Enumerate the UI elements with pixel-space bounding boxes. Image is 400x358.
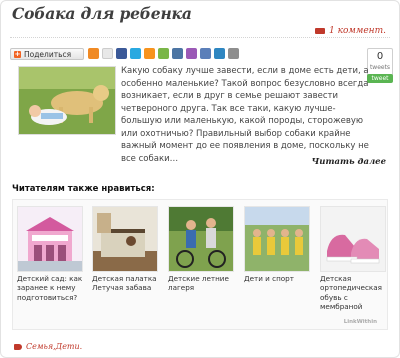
- related-thumb[interactable]: [92, 206, 158, 272]
- related-thumb[interactable]: [168, 206, 234, 272]
- bookmark-icon[interactable]: [102, 48, 113, 59]
- related-thumb[interactable]: [17, 206, 83, 272]
- share-label: Поделиться: [24, 49, 72, 59]
- tweet-count: 0: [376, 51, 384, 62]
- google-icon[interactable]: [214, 48, 225, 59]
- more-icon[interactable]: [228, 48, 239, 59]
- tweet-counter: 0 tweets: [367, 48, 393, 77]
- related-item[interactable]: Детская палатка Летучая забава: [88, 200, 161, 328]
- related-caption[interactable]: Дети и спорт: [244, 274, 310, 283]
- related-caption[interactable]: Детская палатка Летучая забава: [92, 274, 158, 293]
- tweets-label: tweets: [369, 64, 391, 71]
- related-item[interactable]: Детский сад: как заранее к нему подготов…: [13, 200, 86, 328]
- rss-icon[interactable]: [88, 48, 99, 59]
- people-icon[interactable]: [158, 48, 169, 59]
- odnoklassniki-icon[interactable]: [144, 48, 155, 59]
- related-caption[interactable]: Детский сад: как заранее к нему подготов…: [17, 274, 83, 302]
- read-more-link[interactable]: Читать далее: [312, 157, 386, 167]
- post-title[interactable]: Собака для ребенка: [12, 4, 192, 23]
- related-thumb[interactable]: [320, 206, 386, 272]
- twitter-icon[interactable]: [130, 48, 141, 59]
- facebook-icon[interactable]: [116, 48, 127, 59]
- related-item[interactable]: Детская ортопедическая обувь с мембраной: [316, 200, 389, 328]
- related-posts: Детский сад: как заранее к нему подготов…: [12, 199, 388, 330]
- comment-icon: [315, 28, 326, 34]
- share-button[interactable]: + Поделиться: [10, 48, 84, 60]
- comments-link[interactable]: 1 коммент.: [315, 26, 386, 36]
- related-thumb[interactable]: [244, 206, 310, 272]
- vkontakte-icon[interactable]: [172, 48, 183, 59]
- title-divider: [10, 37, 390, 38]
- related-item[interactable]: Дети и спорт: [240, 200, 313, 328]
- related-heading: Читателям также нравиться:: [12, 184, 155, 194]
- post-excerpt: Какую собаку лучше завести, если в доме …: [121, 66, 369, 164]
- related-caption[interactable]: Детские летние лагеря: [168, 274, 234, 293]
- tag-icon: [14, 343, 22, 350]
- tweet-button[interactable]: tweet: [367, 74, 393, 83]
- post-tags: Семья,Дети.: [14, 342, 82, 351]
- tags-list[interactable]: Семья,Дети.: [26, 342, 82, 351]
- comments-count[interactable]: 1 коммент.: [329, 26, 386, 36]
- plus-icon: +: [14, 49, 21, 58]
- mail-icon[interactable]: [200, 48, 211, 59]
- linkwithin-credit[interactable]: LinkWithin: [344, 319, 377, 325]
- post-image[interactable]: [18, 66, 116, 135]
- related-item[interactable]: Детские летние лагеря: [164, 200, 237, 328]
- link-icon[interactable]: [186, 48, 197, 59]
- social-icons: [88, 48, 239, 59]
- related-caption[interactable]: Детская ортопедическая обувь с мембраной: [320, 274, 386, 311]
